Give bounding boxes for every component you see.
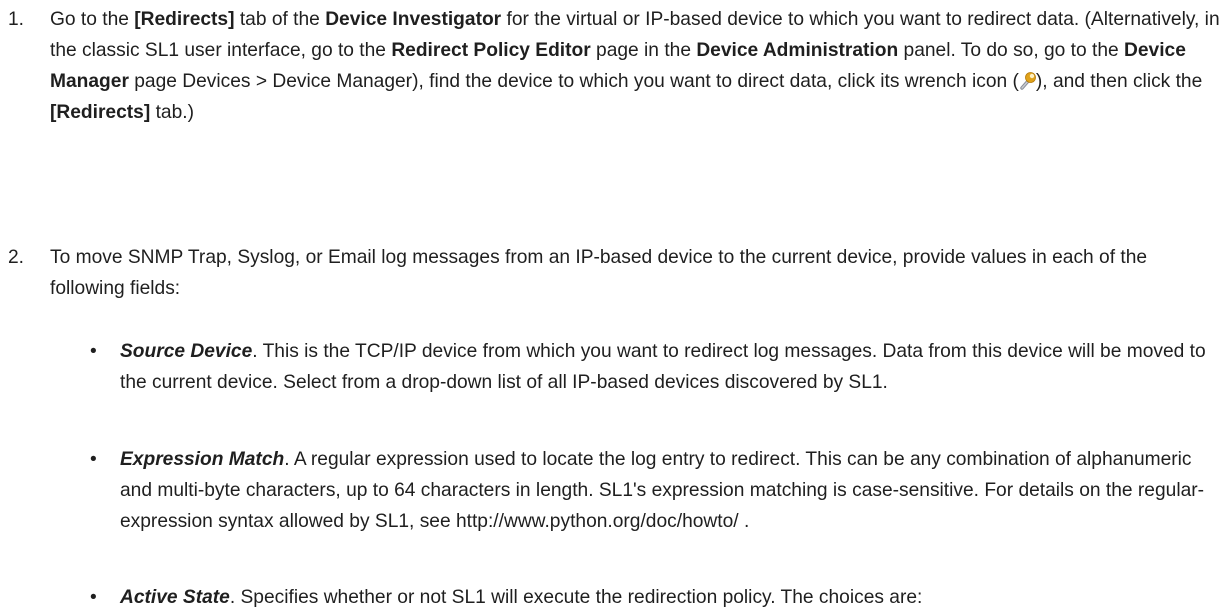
redirects-tab-ref: [Redirects] [50,102,151,123]
step-number: 1. [8,9,25,30]
bullet: • [90,587,97,608]
field-description: Active State. Specifies whether or not S… [120,582,1220,613]
device-administration-ref: Device Administration [696,40,899,61]
bullet: • [90,449,97,470]
field-name: Expression Match [120,449,285,470]
text-run: page in the [590,40,697,61]
redirects-tab-ref: [Redirects] [134,9,235,30]
text-run: panel. To do so, go to the [898,40,1125,61]
text-run: tab.) [150,102,194,123]
step-number: 2. [8,247,25,268]
text-run: . This is the TCP/IP device from which y… [120,341,1206,393]
bullet: • [90,341,97,362]
field-description: Source Device. This is the TCP/IP device… [120,336,1220,398]
field-description: Expression Match. A regular expression u… [120,444,1220,537]
wrench-icon [1020,72,1036,90]
device-investigator-ref: Device Investigator [325,9,502,30]
field-name: Source Device [120,341,253,362]
text-run: page Devices > Device Manager), find the… [128,71,1019,92]
text-run: . Specifies whether or not SL1 will exec… [229,587,923,608]
field-name: Active State [120,587,230,608]
step-text: To move SNMP Trap, Syslog, or Email log … [50,247,1148,299]
text-run: tab of the [234,9,326,30]
text-run: ), and then click the [1035,71,1203,92]
redirect-policy-editor-ref: Redirect Policy Editor [391,40,591,61]
text-run: Go to the [50,9,135,30]
step-text: Go to the [Redirects] tab of the Device … [50,4,1220,128]
